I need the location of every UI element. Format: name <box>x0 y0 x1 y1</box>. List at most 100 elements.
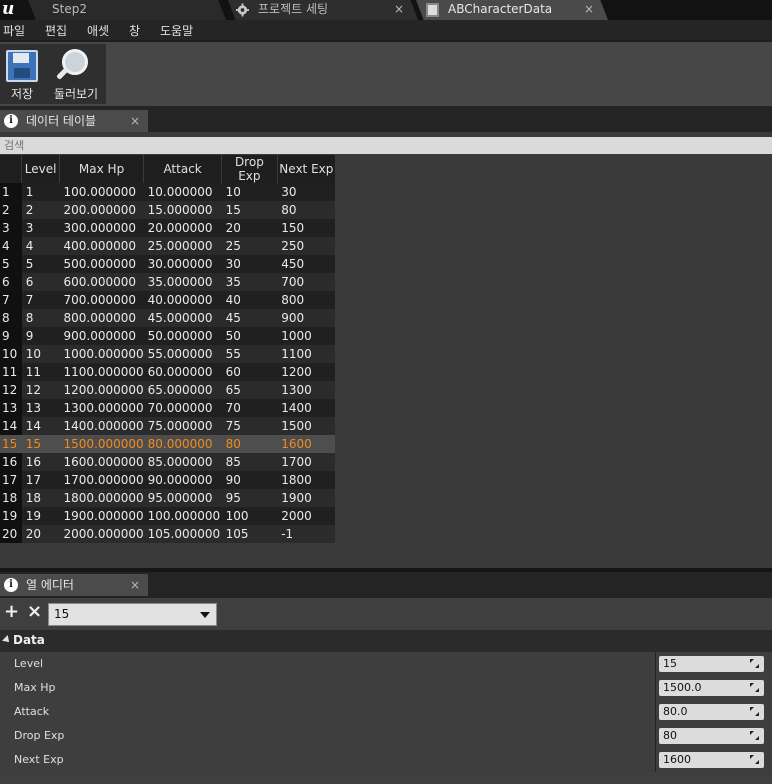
save-icon <box>6 50 38 82</box>
table-row[interactable]: 16 16 1600.000000 85.000000 85 1700 <box>0 453 335 471</box>
row-index: 7 <box>0 291 22 309</box>
close-panel-icon[interactable]: × <box>130 110 140 132</box>
close-panel-icon[interactable]: × <box>130 574 140 596</box>
drag-spin-icon[interactable] <box>750 731 759 740</box>
drag-spin-icon[interactable] <box>750 659 759 668</box>
cell-next-exp: 1100 <box>277 345 335 363</box>
table-row[interactable]: 2 2 200.000000 15.000000 15 80 <box>0 201 335 219</box>
unreal-logo-icon: u <box>2 0 15 19</box>
cell-max-hp: 400.000000 <box>59 237 144 255</box>
column-divider[interactable] <box>655 724 656 748</box>
row-index: 13 <box>0 399 22 417</box>
save-label: 저장 <box>10 87 34 101</box>
tab-data-table[interactable]: i 데이터 테이블 × <box>0 110 148 132</box>
table-row[interactable]: 17 17 1700.000000 90.000000 90 1800 <box>0 471 335 489</box>
tab-label: ABCharacterData <box>448 2 553 16</box>
cell-level: 6 <box>21 273 60 291</box>
cell-max-hp: 1900.000000 <box>59 507 144 525</box>
table-row[interactable]: 13 13 1300.000000 70.000000 70 1400 <box>0 399 335 417</box>
cell-attack: 50.000000 <box>143 327 222 345</box>
category-label: Data <box>13 633 45 647</box>
table-row[interactable]: 9 9 900.000000 50.000000 50 1000 <box>0 327 335 345</box>
column-divider[interactable] <box>655 748 656 772</box>
tab-abcharacterdata[interactable]: ABCharacterData × <box>416 0 608 20</box>
drag-spin-icon[interactable] <box>750 707 759 716</box>
save-button[interactable]: 저장 <box>0 46 44 104</box>
column-divider[interactable] <box>655 676 656 700</box>
cell-attack: 25.000000 <box>143 237 222 255</box>
row-name-dropdown[interactable]: 15 <box>48 603 217 626</box>
row-index: 4 <box>0 237 22 255</box>
cell-level: 9 <box>21 327 60 345</box>
cell-max-hp: 1700.000000 <box>59 471 144 489</box>
table-row[interactable]: 4 4 400.000000 25.000000 25 250 <box>0 237 335 255</box>
cell-level: 17 <box>21 471 60 489</box>
property-value-level[interactable]: 15 <box>659 656 764 672</box>
cell-level: 4 <box>21 237 60 255</box>
table-header-row: Level Max Hp Attack Drop Exp Next Exp <box>0 155 335 183</box>
column-header-max-hp[interactable]: Max Hp <box>58 155 144 183</box>
menu-edit[interactable]: 편집 <box>45 22 67 39</box>
column-divider[interactable] <box>655 652 656 676</box>
close-tab-icon[interactable]: × <box>394 0 404 18</box>
menu-help[interactable]: 도움말 <box>160 22 193 39</box>
row-index: 17 <box>0 471 22 489</box>
cell-next-exp: 150 <box>277 219 335 237</box>
table-body: 1 1 100.000000 10.000000 10 30 2 2 200.000000 15.… <box>0 183 335 543</box>
cell-max-hp: 300.000000 <box>59 219 144 237</box>
table-row[interactable]: 15 15 1500.000000 80.000000 80 1600 <box>0 435 335 453</box>
close-tab-icon[interactable]: × <box>584 0 594 18</box>
column-header-attack[interactable]: Attack <box>143 155 222 183</box>
cell-level: 12 <box>21 381 60 399</box>
add-row-icon[interactable]: + <box>4 603 19 621</box>
browse-button[interactable]: 둘러보기 <box>48 46 104 104</box>
cell-drop-exp: 55 <box>221 345 278 363</box>
property-value-max-hp[interactable]: 1500.0 <box>659 680 764 696</box>
cell-attack: 95.000000 <box>143 489 222 507</box>
menu-asset[interactable]: 애셋 <box>87 22 109 39</box>
table-row[interactable]: 20 20 2000.000000 105.000000 105 -1 <box>0 525 335 543</box>
table-row[interactable]: 11 11 1100.000000 60.000000 60 1200 <box>0 363 335 381</box>
table-row[interactable]: 19 19 1900.000000 100.000000 100 2000 <box>0 507 335 525</box>
cell-drop-exp: 100 <box>221 507 278 525</box>
row-index: 10 <box>0 345 22 363</box>
cell-next-exp: 1000 <box>277 327 335 345</box>
table-row[interactable]: 10 10 1000.000000 55.000000 55 1100 <box>0 345 335 363</box>
tab-project-settings[interactable]: 프로젝트 세팅 × <box>228 0 418 20</box>
cell-max-hp: 1300.000000 <box>59 399 144 417</box>
row-index: 5 <box>0 255 22 273</box>
tab-step2[interactable]: Step2 <box>28 0 226 20</box>
cell-next-exp: -1 <box>277 525 335 543</box>
property-value-next-exp[interactable]: 1600 <box>659 752 764 768</box>
column-header-next-exp[interactable]: Next Exp <box>276 155 335 183</box>
remove-row-icon[interactable]: × <box>27 603 42 621</box>
table-row[interactable]: 6 6 600.000000 35.000000 35 700 <box>0 273 335 291</box>
table-row[interactable]: 14 14 1400.000000 75.000000 75 1500 <box>0 417 335 435</box>
table-row[interactable]: 3 3 300.000000 20.000000 20 150 <box>0 219 335 237</box>
menu-file[interactable]: 파일 <box>3 22 25 39</box>
table-row[interactable]: 1 1 100.000000 10.000000 10 30 <box>0 183 335 201</box>
drag-spin-icon[interactable] <box>750 683 759 692</box>
column-header-level[interactable]: Level <box>21 155 60 183</box>
cell-drop-exp: 10 <box>221 183 278 201</box>
table-row[interactable]: 12 12 1200.000000 65.000000 65 1300 <box>0 381 335 399</box>
property-value-attack[interactable]: 80.0 <box>659 704 764 720</box>
table-row[interactable]: 7 7 700.000000 40.000000 40 800 <box>0 291 335 309</box>
cell-level: 19 <box>21 507 60 525</box>
tab-row-editor[interactable]: i 열 에디터 × <box>0 574 148 596</box>
menu-window[interactable]: 창 <box>129 22 140 39</box>
drag-spin-icon[interactable] <box>750 755 759 764</box>
table-row[interactable]: 18 18 1800.000000 95.000000 95 1900 <box>0 489 335 507</box>
table-row[interactable]: 5 5 500.000000 30.000000 30 450 <box>0 255 335 273</box>
cell-drop-exp: 15 <box>221 201 278 219</box>
property-value-drop-exp[interactable]: 80 <box>659 728 764 744</box>
cell-next-exp: 1900 <box>277 489 335 507</box>
category-header-data[interactable]: Data <box>0 630 772 652</box>
search-input[interactable] <box>0 137 772 154</box>
table-row[interactable]: 8 8 800.000000 45.000000 45 900 <box>0 309 335 327</box>
column-header-drop-exp[interactable]: Drop Exp <box>221 155 278 183</box>
column-divider[interactable] <box>655 700 656 724</box>
datatable-icon <box>426 3 439 17</box>
cell-max-hp: 200.000000 <box>59 201 144 219</box>
cell-drop-exp: 65 <box>221 381 278 399</box>
